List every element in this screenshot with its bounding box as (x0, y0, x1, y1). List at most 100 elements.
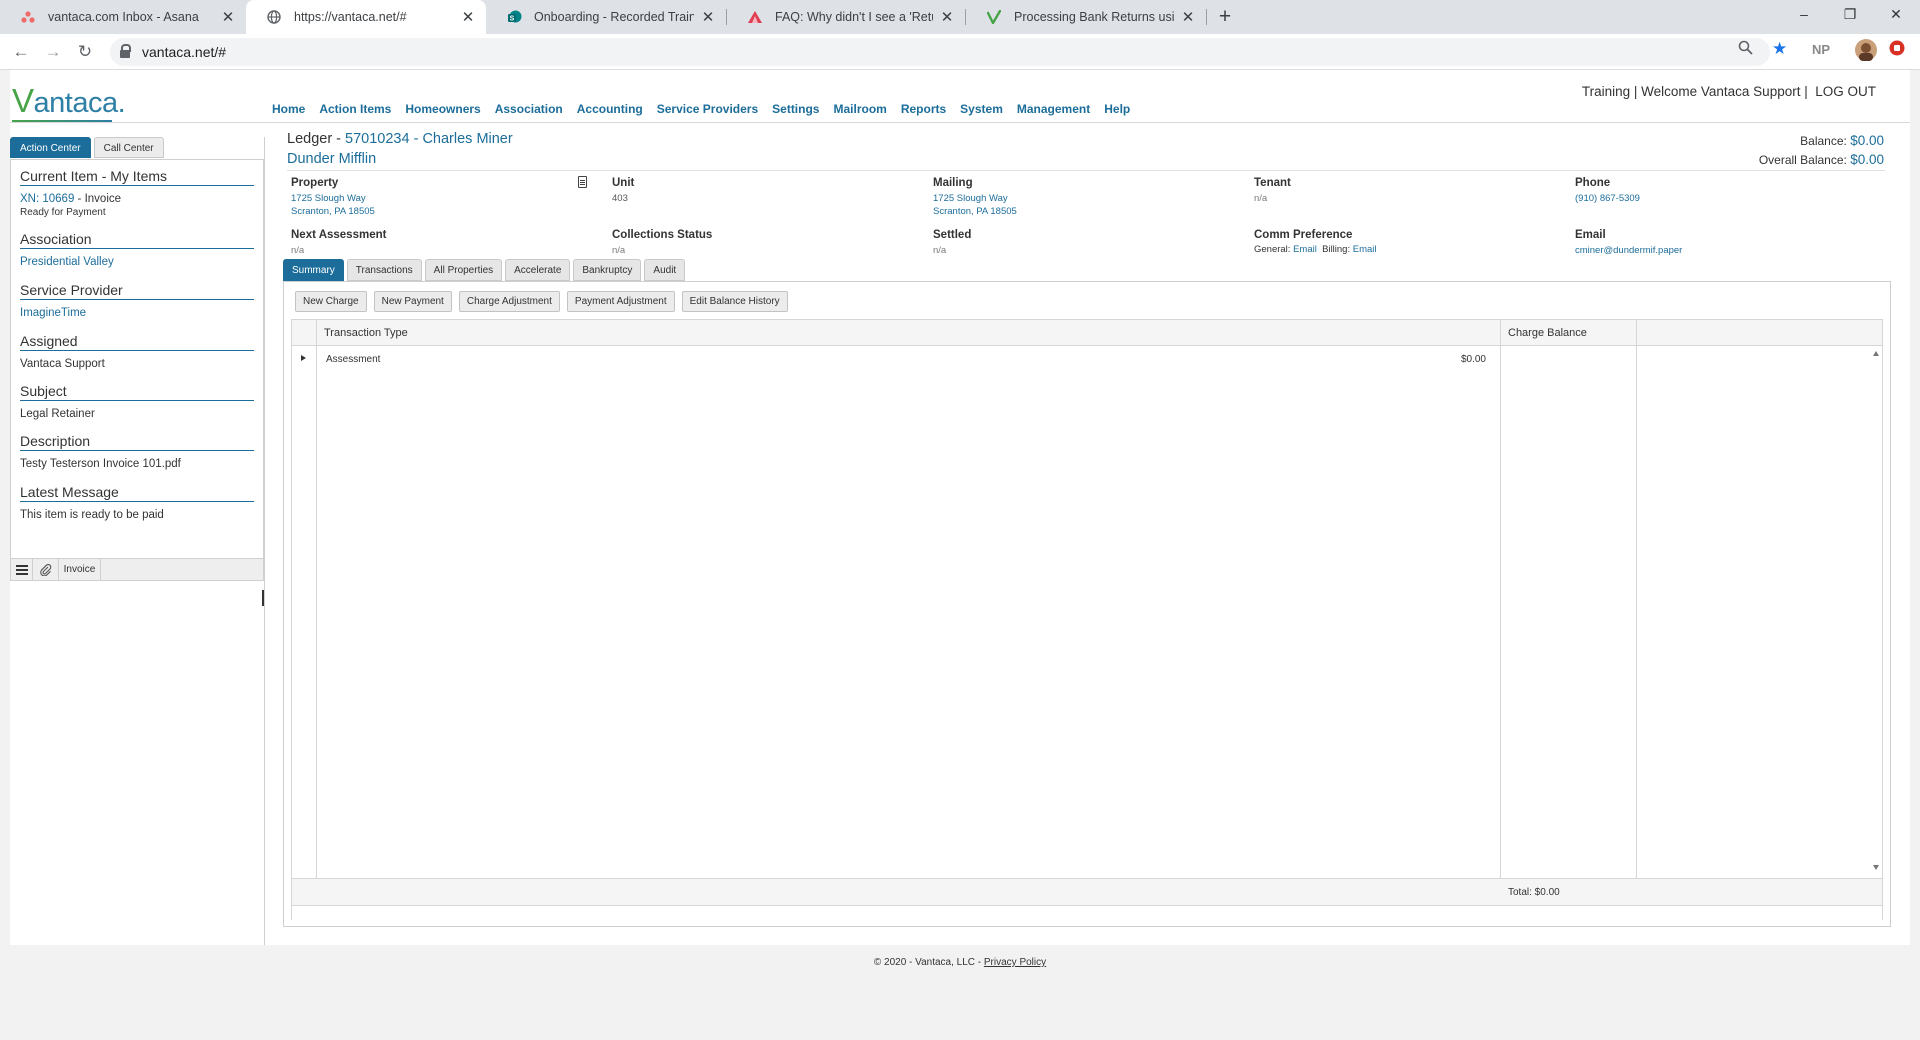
nav-system[interactable]: System (960, 102, 1003, 116)
nav-management[interactable]: Management (1017, 102, 1090, 116)
avatar[interactable] (1855, 39, 1877, 65)
close-icon[interactable]: ✕ (460, 8, 476, 26)
ledger-divider (287, 170, 1885, 171)
phone-info: Phone (910) 867-5309 (1575, 177, 1640, 204)
grid-footer: Total: $0.00 (292, 878, 1882, 905)
document-icon[interactable] (578, 176, 587, 188)
extension-np-icon[interactable]: NP (1812, 42, 1830, 57)
action-center-panel: Action Center Call Center Current Item -… (10, 137, 265, 945)
ledger-view: Ledger - 57010234 - Charles Miner Dunder… (283, 130, 1898, 945)
subject-section: Subject Legal Retainer (20, 383, 254, 420)
association-section: Association Presidential Valley (20, 231, 254, 268)
restore-icon[interactable]: ❐ (1827, 0, 1873, 30)
extension-shield-icon[interactable] (1889, 40, 1905, 60)
nav-accounting[interactable]: Accounting (577, 102, 643, 116)
column-charge-balance[interactable]: Charge Balance (1508, 327, 1587, 339)
privacy-policy-link[interactable]: Privacy Policy (984, 957, 1046, 968)
tab-action-center[interactable]: Action Center (10, 137, 91, 158)
ledger-association-link[interactable]: Dunder Mifflin (287, 151, 376, 167)
close-icon[interactable]: ✕ (1180, 8, 1196, 26)
tab-summary[interactable]: Summary (283, 259, 344, 281)
nav-reports[interactable]: Reports (901, 102, 946, 116)
comm-preference-info: Comm Preference General: Email Billing: … (1254, 229, 1377, 255)
browser-tab-bank-returns[interactable]: Processing Bank Returns using th ✕ (966, 0, 1206, 34)
current-item-status: Ready for Payment (20, 207, 106, 218)
panel-resize-handle[interactable] (262, 590, 264, 606)
payment-adjustment-button[interactable]: Payment Adjustment (566, 291, 675, 312)
lock-icon (120, 44, 131, 59)
header-divider (10, 122, 1910, 123)
current-item-link[interactable]: XN: 10669 (20, 193, 74, 205)
tab-call-center[interactable]: Call Center (93, 137, 164, 158)
tab-separator (1206, 9, 1207, 25)
page-footer: © 2020 - Vantaca, LLC - Privacy Policy (873, 957, 1047, 968)
nav-association[interactable]: Association (495, 102, 563, 116)
latest-message-value: This item is ready to be paid (20, 509, 164, 521)
address-bar[interactable]: vantaca.net/# (110, 38, 1770, 66)
balance: Balance: $0.00 (1800, 133, 1884, 148)
scroll-down-icon[interactable] (1873, 865, 1879, 870)
collections-status-info: Collections Status n/a (612, 229, 713, 256)
nav-action-items[interactable]: Action Items (319, 102, 391, 116)
logout-link[interactable]: LOG OUT (1815, 84, 1876, 99)
browser-tab-faq[interactable]: FAQ: Why didn't I see a 'Return' b ✕ (727, 0, 965, 34)
faq-icon (747, 9, 763, 25)
summary-grid: Transaction Type Charge Balance Assessme… (291, 319, 1883, 920)
new-tab-plus-icon[interactable]: + (1212, 4, 1238, 30)
scroll-up-icon[interactable] (1873, 351, 1879, 356)
overall-balance: Overall Balance: $0.00 (1758, 152, 1884, 167)
nav-service-providers[interactable]: Service Providers (657, 102, 758, 116)
association-link[interactable]: Presidential Valley (20, 256, 254, 268)
nav-help[interactable]: Help (1104, 102, 1130, 116)
ledger-title: Ledger - 57010234 - Charles Miner (287, 131, 513, 147)
expand-arrow-icon[interactable] (301, 355, 306, 361)
menu-icon[interactable] (11, 559, 33, 580)
next-assessment-info: Next Assessment n/a (291, 229, 387, 256)
nav-homeowners[interactable]: Homeowners (405, 102, 480, 116)
nav-settings[interactable]: Settings (772, 102, 819, 116)
bookmark-star-icon[interactable]: ★ (1772, 39, 1787, 59)
tab-transactions[interactable]: Transactions (346, 259, 422, 281)
horizontal-scrollbar[interactable] (292, 905, 1882, 920)
minimize-icon[interactable]: – (1781, 0, 1827, 30)
close-icon[interactable]: ✕ (939, 8, 955, 26)
window-close-icon[interactable]: ✕ (1873, 0, 1919, 30)
homeowner-link[interactable]: 57010234 - Charles Miner (345, 131, 513, 147)
invoice-button[interactable]: Invoice (59, 559, 101, 580)
grid-total: Total: $0.00 (1508, 887, 1560, 898)
browser-tab-asana[interactable]: vantaca.com Inbox - Asana ✕ (0, 0, 246, 34)
service-provider-section: Service Provider ImagineTime (20, 282, 254, 319)
table-row[interactable]: Assessment $0.00 (292, 346, 1636, 372)
paperclip-icon[interactable] (33, 559, 59, 580)
current-item-section: Current Item - My Items XN: 10669 - Invo… (20, 168, 254, 218)
user-greeting: Training | Welcome Vantaca Support | LOG… (1581, 84, 1876, 99)
nav-mailroom[interactable]: Mailroom (833, 102, 886, 116)
new-charge-button[interactable]: New Charge (295, 291, 367, 312)
zoom-search-icon[interactable] (1738, 40, 1753, 59)
tab-audit[interactable]: Audit (644, 259, 686, 281)
service-provider-link[interactable]: ImagineTime (20, 307, 254, 319)
settled-info: Settled n/a (933, 229, 972, 256)
browser-tab-onboarding[interactable]: S Onboarding - Recorded Training ✕ (486, 0, 726, 34)
new-payment-button[interactable]: New Payment (373, 291, 452, 312)
reload-icon[interactable]: ↻ (74, 41, 96, 63)
mailing-info: Mailing 1725 Slough Way Scranton, PA 185… (933, 177, 1017, 217)
tab-accelerate[interactable]: Accelerate (505, 259, 571, 281)
close-icon[interactable]: ✕ (700, 8, 716, 26)
charge-adjustment-button[interactable]: Charge Adjustment (458, 291, 560, 312)
nav-home[interactable]: Home (272, 102, 305, 116)
browser-tab-vantaca[interactable]: https://vantaca.net/# ✕ (246, 0, 486, 34)
tab-all-properties[interactable]: All Properties (424, 259, 503, 281)
main-nav: Home Action Items Homeowners Association… (272, 102, 1130, 116)
edit-balance-history-button[interactable]: Edit Balance History (681, 291, 788, 312)
column-transaction-type[interactable]: Transaction Type (324, 327, 408, 339)
ledger-tabs: Summary Transactions All Properties Acce… (283, 259, 686, 281)
forward-arrow-icon[interactable]: → (42, 41, 64, 63)
tab-bankruptcy[interactable]: Bankruptcy (573, 259, 642, 281)
tenant-info: Tenant n/a (1254, 177, 1291, 204)
grid-header: Transaction Type Charge Balance (292, 320, 1882, 346)
close-icon[interactable]: ✕ (220, 8, 236, 26)
sharepoint-icon: S (506, 9, 522, 25)
back-arrow-icon[interactable]: ← (10, 41, 32, 63)
vantaca-icon (986, 9, 1002, 25)
